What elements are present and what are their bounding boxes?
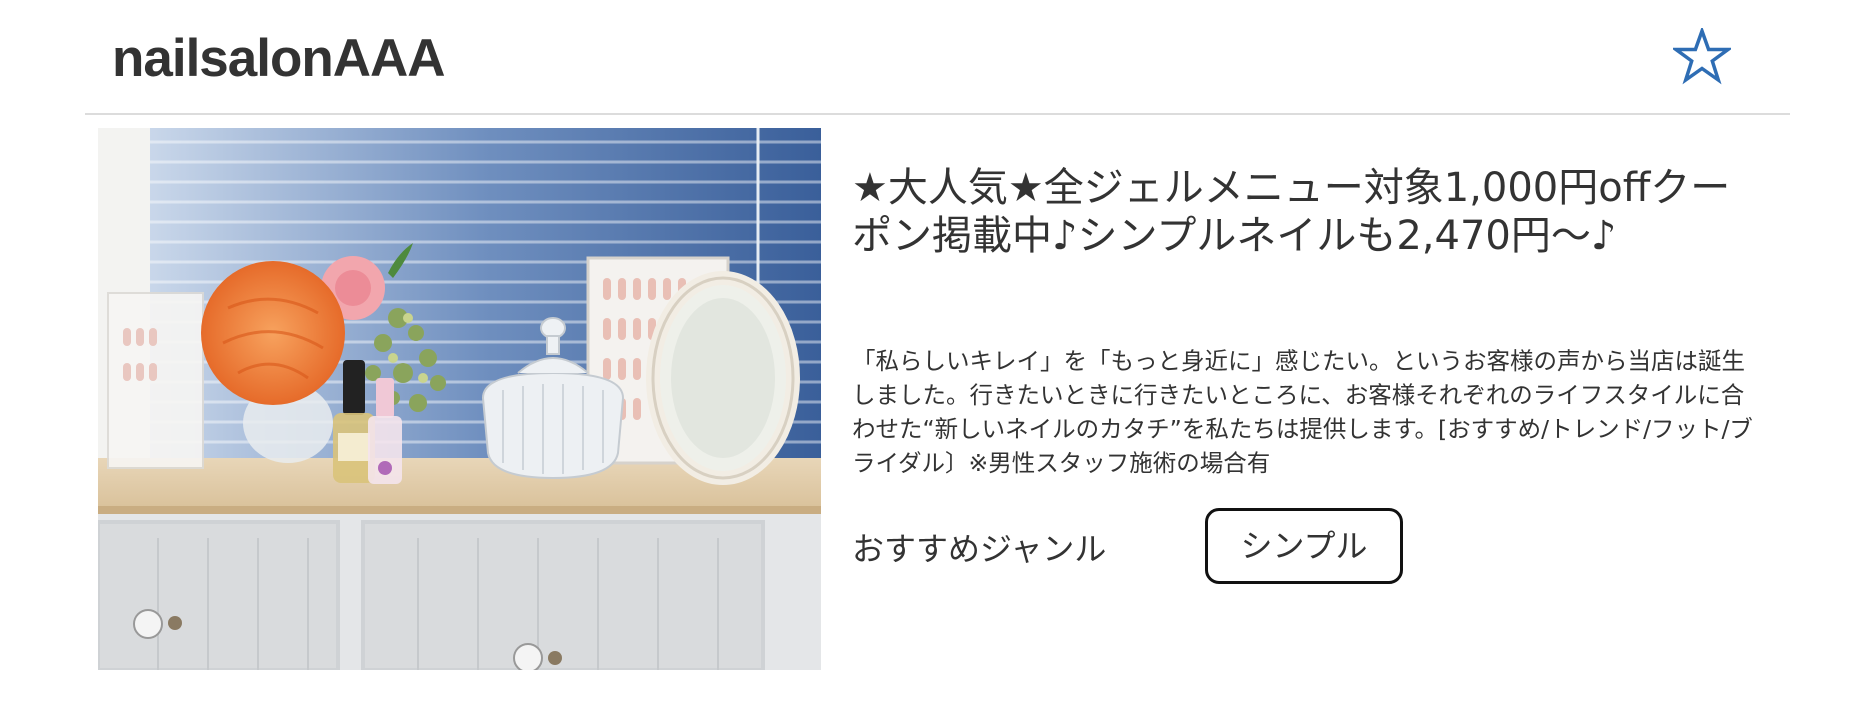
favorite-star-icon[interactable] [1670,25,1734,86]
salon-header: nailsalonAAA [85,0,1790,115]
genre-label: おすすめジャンル [852,530,1107,568]
headline: ★大人気★全ジェルメニュー対象1,000円offクーポン掲載中♪シンプルネイルも… [852,165,1731,259]
genre-row: おすすめジャンル シンプル [852,508,1752,588]
salon-description: 「私らしいキレイ」を「もっと身近に」感じたい。というお客様の声から当店は誕生しま… [852,347,1753,477]
salon-photo [98,128,821,670]
genre-tag-simple[interactable]: シンプル [1205,508,1403,584]
salon-name: nailsalonAAA [112,29,446,88]
